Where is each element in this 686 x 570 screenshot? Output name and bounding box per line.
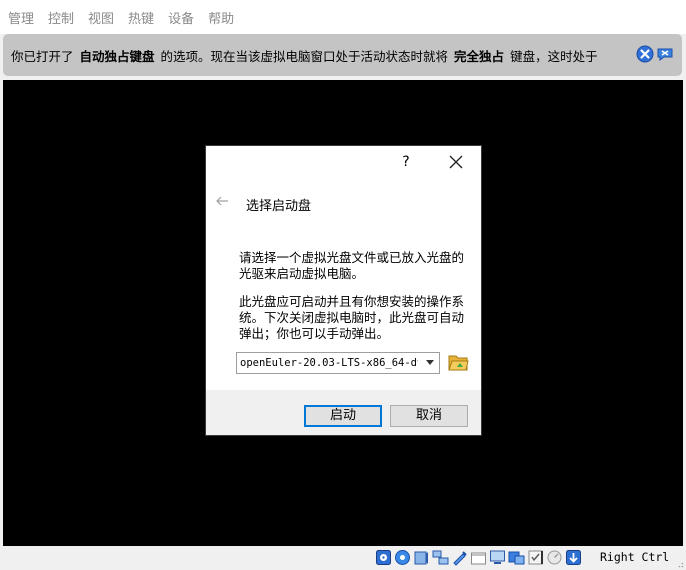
close-icon[interactable] [444,150,468,174]
menu-control[interactable]: 控制 [48,6,74,29]
notification-text-3: 键盘，这时处于 [510,48,598,64]
chevron-down-icon [426,360,434,365]
menu-help[interactable]: 帮助 [208,6,234,29]
dialog-title: 选择启动盘 [246,199,312,214]
menu-hotkeys[interactable]: 热键 [128,6,154,29]
keyboard-capture-notification: 你已打开了 自动独占键盘 的选项。现在当该虚拟电脑窗口处于活动状态时就将 完全独… [3,34,682,76]
dialog-footer: 启动 取消 [206,390,481,435]
mute-notification-icon[interactable] [656,45,674,63]
mouse-integration-icon[interactable] [527,549,544,566]
audio-icon[interactable] [413,549,430,566]
status-bar: Right Ctrl [0,546,686,570]
notification-bold-1: 自动独占键盘 [79,48,155,64]
menu-bar: 管理 控制 视图 热键 设备 帮助 [0,0,686,34]
select-startup-disk-dialog: ? 选择启动盘 请选择一个虚拟光盘文件或已放入光盘的光驱来启动虚拟电脑。 此光盘… [206,146,481,435]
usb-icon[interactable] [451,549,468,566]
menu-devices[interactable]: 设备 [168,6,194,29]
shared-folder-icon[interactable] [470,549,487,566]
back-arrow-icon[interactable] [214,193,230,209]
keyboard-capture-icon[interactable] [565,549,582,566]
display-icon[interactable] [489,549,506,566]
close-circle-icon[interactable] [636,45,654,63]
notification-text-1: 你已打开了 [11,48,74,64]
disk-image-select[interactable]: openEuler-20.03-LTS-x86_64-dvd.iso [236,352,440,374]
folder-open-icon[interactable] [447,351,469,373]
disk-image-value: openEuler-20.03-LTS-x86_64-dvd.iso [240,357,418,369]
resize-grip-icon[interactable] [676,560,684,568]
network-icon[interactable] [432,549,449,566]
menu-manage[interactable]: 管理 [8,6,34,29]
dialog-description-2: 此光盘应可启动并且有你想安装的操作系统。下次关闭虚拟电脑时，此光盘可自动弹出；你… [239,294,465,341]
optical-drive-icon[interactable] [394,549,411,566]
help-button[interactable]: ? [399,152,413,172]
menu-view[interactable]: 视图 [88,6,114,29]
video-capture-icon[interactable] [508,549,525,566]
cancel-button[interactable]: 取消 [390,405,468,427]
hard-disk-icon[interactable] [375,549,392,566]
start-button[interactable]: 启动 [304,405,382,427]
cpu-icon[interactable] [546,549,563,566]
notification-bold-2: 完全独占 [454,48,505,64]
host-key-label: Right Ctrl [600,550,670,564]
dialog-description-1: 请选择一个虚拟光盘文件或已放入光盘的光驱来启动虚拟电脑。 [239,250,465,281]
notification-text-2: 的选项。现在当该虚拟电脑窗口处于活动状态时就将 [160,48,449,64]
